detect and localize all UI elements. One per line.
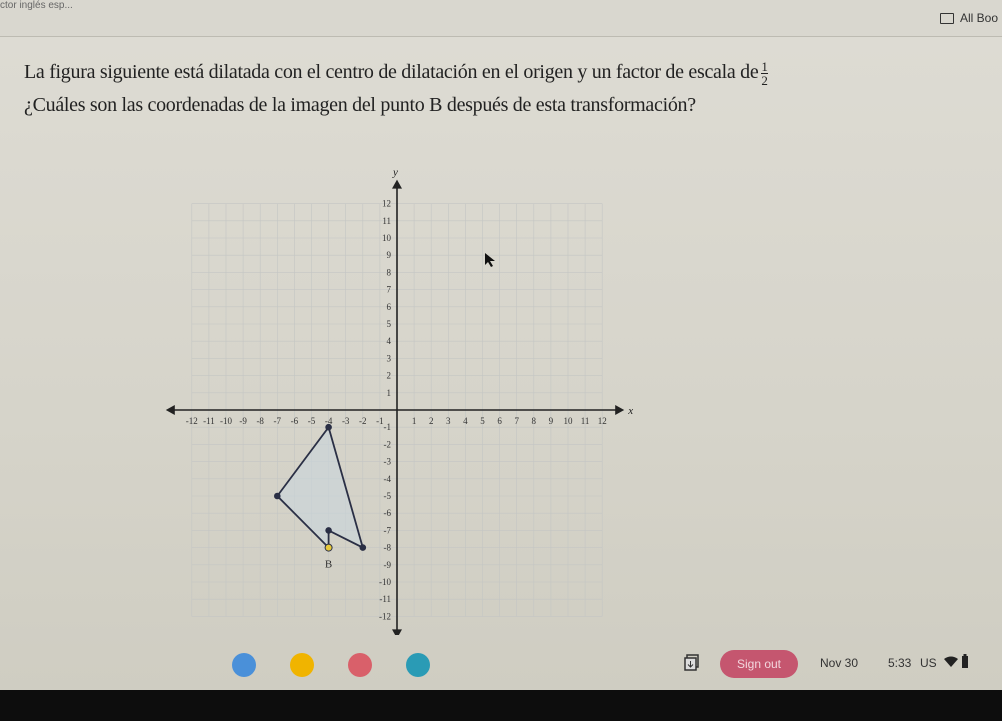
bookmarks-label: All Boo <box>959 11 998 25</box>
classroom-icon[interactable] <box>406 653 430 677</box>
time[interactable]: 5:33 <box>888 656 911 670</box>
y-tick-label: -3 <box>384 457 392 467</box>
x-tick-label: -8 <box>256 416 264 426</box>
question-line-2: ¿Cuáles son las coordenadas de la imagen… <box>24 94 696 116</box>
y-tick-label: -8 <box>384 543 392 553</box>
x-tick-label: 12 <box>598 416 607 426</box>
y-tick-label: 6 <box>387 302 392 312</box>
numerator: 1 <box>761 58 768 74</box>
x-tick-label: -5 <box>308 416 316 426</box>
battery-icon[interactable] <box>962 654 968 668</box>
denominator: 2 <box>761 72 768 88</box>
y-tick-label: -4 <box>384 474 392 484</box>
y-tick-label: 3 <box>387 353 392 363</box>
vertex-point <box>274 492 281 500</box>
scale-factor-fraction: 12 <box>761 58 768 88</box>
x-tick-label: -10 <box>220 416 232 426</box>
y-tick-label: -6 <box>384 508 392 518</box>
locale[interactable]: US <box>920 656 937 670</box>
y-tick-label: -7 <box>384 525 392 535</box>
y-axis-label: y <box>392 167 398 179</box>
coordinate-graph[interactable]: xy-12-12-11-11-10-10-9-9-8-8-7-7-6-6-5-5… <box>160 165 650 635</box>
y-tick-label: 5 <box>387 319 392 329</box>
y-tick-label: 9 <box>387 250 392 260</box>
point-b-label: B <box>325 559 332 571</box>
y-tick-label: 4 <box>387 336 392 346</box>
folder-icon <box>939 12 954 24</box>
x-tick-label: 2 <box>429 416 434 426</box>
x-tick-label: 4 <box>463 416 468 426</box>
vertex-point <box>325 527 332 534</box>
mouse-cursor-icon <box>485 253 495 267</box>
x-tick-label: 8 <box>532 416 537 426</box>
y-axis-arrow-up <box>392 179 402 189</box>
browser-tab-bar: ctor inglés esp... All Boo <box>0 0 1002 37</box>
x-axis-label: x <box>627 405 633 417</box>
x-axis-arrow-right <box>615 405 625 415</box>
y-tick-label: 1 <box>387 388 392 398</box>
wifi-icon[interactable] <box>944 656 958 668</box>
y-tick-label: 10 <box>382 233 392 243</box>
x-tick-label: 10 <box>564 416 574 426</box>
drive-icon[interactable] <box>290 653 314 677</box>
y-tick-label: -5 <box>384 491 392 501</box>
y-tick-label: -9 <box>384 560 392 570</box>
date[interactable]: Nov 30 <box>820 656 858 670</box>
x-tick-label: 5 <box>480 416 485 426</box>
x-axis-arrow-left <box>165 405 175 415</box>
question-line-1-text: La figura siguiente está dilatada con el… <box>24 61 759 83</box>
x-tick-label: -9 <box>239 416 247 426</box>
x-tick-label: -3 <box>342 416 350 426</box>
y-tick-label: 11 <box>382 216 391 226</box>
chromeos-shelf: Sign out Nov 30 5:33 US <box>0 640 1002 690</box>
screen-capture-icon[interactable] <box>684 654 700 672</box>
x-tick-label: -2 <box>359 416 367 426</box>
y-tick-label: 8 <box>387 267 392 277</box>
screen: ctor inglés esp... All Boo La figura sig… <box>0 0 1002 690</box>
x-tick-label: 9 <box>549 416 554 426</box>
x-tick-label: 3 <box>446 416 451 426</box>
question-text: La figura siguiente está dilatada con el… <box>24 56 768 122</box>
vertex-point <box>325 423 332 431</box>
x-tick-label: 11 <box>581 416 590 426</box>
app-red-icon[interactable] <box>348 653 372 677</box>
vertex-point <box>359 544 367 551</box>
x-tick-label: -7 <box>274 416 282 426</box>
sign-out-button[interactable]: Sign out <box>720 650 798 678</box>
point-b <box>324 543 333 552</box>
chrome-icon[interactable] <box>232 653 256 677</box>
y-tick-label: -12 <box>379 611 391 621</box>
x-tick-label: 7 <box>514 416 519 426</box>
y-tick-label: 2 <box>387 371 392 381</box>
y-tick-label: 12 <box>382 199 391 209</box>
y-tick-label: -10 <box>379 577 391 587</box>
y-tick-label: -1 <box>384 422 392 432</box>
x-tick-label: 1 <box>412 416 417 426</box>
y-tick-label: 7 <box>387 285 392 295</box>
all-bookmarks-button[interactable]: All Boo <box>939 11 998 25</box>
x-tick-label: 6 <box>497 416 502 426</box>
y-tick-label: -11 <box>379 594 391 604</box>
tab-title[interactable]: ctor inglés esp... <box>0 0 73 11</box>
x-tick-label: -12 <box>186 416 198 426</box>
question-line-1: La figura siguiente está dilatada con el… <box>24 56 768 89</box>
x-tick-label: -6 <box>291 416 299 426</box>
figure-polygon <box>276 425 365 550</box>
x-tick-label: -11 <box>203 416 215 426</box>
y-axis-arrow-down <box>392 629 402 635</box>
y-tick-label: -2 <box>384 439 392 449</box>
